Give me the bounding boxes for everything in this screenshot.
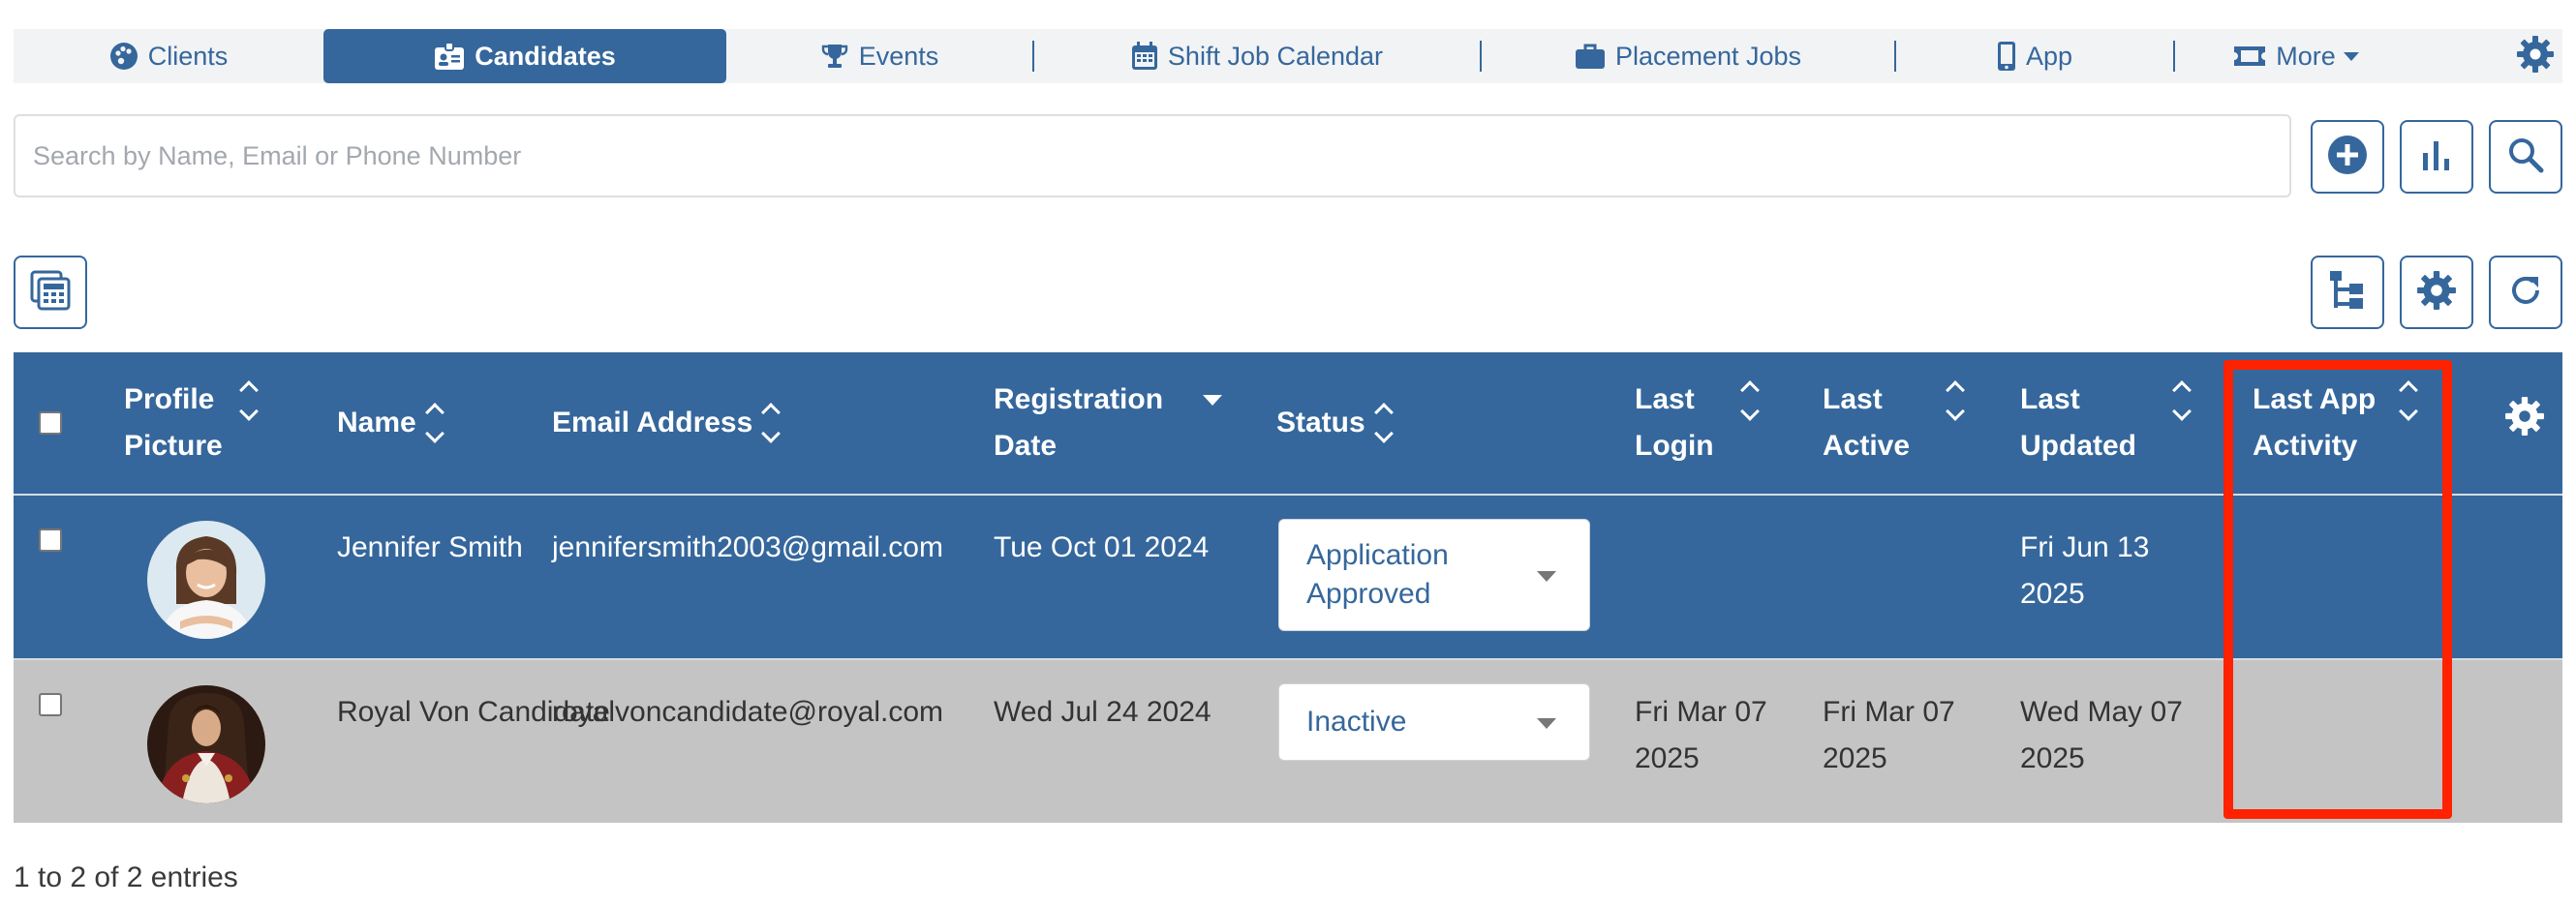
nav-label: More <box>2276 41 2336 71</box>
sort-icon <box>2172 380 2192 421</box>
caret-down-icon <box>1537 718 1556 729</box>
sort-icon <box>239 380 259 421</box>
table-header: Profile Picture Name Email Address Regis… <box>14 352 2562 494</box>
cell-last-updated: Wed May 07 2025 <box>2020 696 2183 774</box>
cell-last-login: Fri Mar 07 2025 <box>1635 696 1767 774</box>
gear-icon <box>2504 396 2545 451</box>
column-label: Email Address <box>552 407 753 438</box>
row-select-cell <box>39 693 62 716</box>
select-all-checkbox[interactable] <box>39 411 62 435</box>
add-circle-icon <box>2326 134 2369 181</box>
entries-count: 1 to 2 of 2 entries <box>14 861 238 893</box>
calculator-button[interactable] <box>14 256 87 329</box>
row-select-cell <box>39 528 62 552</box>
nav-tab-clients[interactable]: Clients <box>14 29 323 83</box>
refresh-icon <box>2506 271 2545 315</box>
nav-tab-shift-job-calendar[interactable]: Shift Job Calendar <box>1034 29 1480 83</box>
status-select[interactable]: Application Approved <box>1278 519 1590 631</box>
status-value: Application Approved <box>1306 539 1449 610</box>
palette-icon <box>109 42 138 71</box>
column-header-name[interactable]: Name <box>337 352 445 494</box>
column-label: Last Active <box>1823 383 1911 462</box>
nav-label: App <box>2025 41 2073 71</box>
column-header-email[interactable]: Email Address <box>552 352 782 494</box>
candidates-table: Profile Picture Name Email Address Regis… <box>14 352 2562 823</box>
cell-last-updated: Fri Jun 13 2025 <box>2020 531 2150 610</box>
sort-icon <box>761 403 782 443</box>
calendar-icon <box>1131 42 1158 71</box>
column-label: Name <box>337 407 416 438</box>
nav-label: Clients <box>147 41 229 71</box>
cell-last-active: Fri Mar 07 2025 <box>1823 696 1955 774</box>
bar-chart-icon <box>2419 137 2454 177</box>
add-candidate-button[interactable] <box>2311 120 2384 194</box>
settings-gear-button[interactable] <box>2508 29 2562 83</box>
chevron-down-icon <box>2343 51 2359 61</box>
nav-label: Shift Job Calendar <box>1167 41 1384 71</box>
column-label: Profile Picture <box>124 383 223 462</box>
search-button[interactable] <box>2489 120 2562 194</box>
sort-icon <box>2399 380 2418 421</box>
column-header-last-login[interactable]: Last Login <box>1635 352 1780 494</box>
column-hierarchy-button[interactable] <box>2311 256 2384 329</box>
row-checkbox[interactable] <box>39 528 62 552</box>
cell-email: jennifersmith2003@gmail.com <box>552 531 943 563</box>
mobile-icon <box>1997 41 2016 72</box>
table-row[interactable]: Jennifer Smith jennifersmith2003@gmail.c… <box>14 494 2562 658</box>
nav-tab-events[interactable]: Events <box>726 29 1032 83</box>
nav-tab-app[interactable]: App <box>1896 29 2173 83</box>
column-label: Last App Activity <box>2253 383 2377 462</box>
cell-name: Jennifer Smith <box>337 531 523 563</box>
nav-tab-candidates[interactable]: Candidates <box>323 29 726 83</box>
nav-menu-more[interactable]: More <box>2175 29 2417 83</box>
hierarchy-icon <box>2328 269 2367 317</box>
sort-desc-icon <box>1203 395 1222 406</box>
trophy-icon <box>820 42 849 71</box>
column-header-last-active[interactable]: Last Active <box>1823 352 1987 494</box>
nav-label: Placement Jobs <box>1614 41 1802 71</box>
status-select[interactable]: Inactive <box>1278 683 1590 761</box>
ticket-icon <box>2233 44 2266 69</box>
search-icon <box>2507 136 2544 178</box>
column-label: Status <box>1276 407 1365 438</box>
sort-icon <box>1373 403 1394 443</box>
nav-tab-placement-jobs[interactable]: Placement Jobs <box>1482 29 1894 83</box>
id-badge-icon <box>434 42 465 71</box>
column-header-registration-date[interactable]: Registration Date <box>994 352 1245 494</box>
column-label: Last Login <box>1635 383 1714 462</box>
column-header-last-updated[interactable]: Last Updated <box>2020 352 2214 494</box>
cell-registration-date: Wed Jul 24 2024 <box>994 696 1211 728</box>
table-settings-button[interactable] <box>2400 256 2473 329</box>
caret-down-icon <box>1537 571 1556 582</box>
gear-icon <box>2416 270 2457 316</box>
calculator-icon <box>29 269 72 317</box>
sort-icon <box>1740 380 1760 421</box>
column-header-status[interactable]: Status <box>1276 352 1394 494</box>
table-row[interactable]: Royal Von Candidate royalvoncandidate@ro… <box>14 658 2562 823</box>
refresh-button[interactable] <box>2489 256 2562 329</box>
cell-registration-date: Tue Oct 01 2024 <box>994 531 1210 563</box>
nav-label: Candidates <box>475 41 616 71</box>
column-label: Last Updated <box>2020 383 2136 462</box>
row-checkbox[interactable] <box>39 693 62 716</box>
cell-email: royalvoncandidate@royal.com <box>552 696 943 728</box>
stats-button[interactable] <box>2400 120 2473 194</box>
column-header-profile-picture[interactable]: Profile Picture <box>124 352 269 494</box>
sort-icon <box>1946 380 1965 421</box>
avatar[interactable] <box>147 685 265 803</box>
status-value: Inactive <box>1306 706 1407 738</box>
avatar[interactable] <box>147 521 265 639</box>
select-all-cell <box>39 352 62 494</box>
column-settings-button[interactable] <box>2504 352 2545 494</box>
column-header-last-app-activity[interactable]: Last App Activity <box>2253 352 2446 494</box>
nav-label: Events <box>858 41 939 71</box>
sort-icon <box>424 403 445 443</box>
top-nav: Clients Candidates Events Shift Job Cale… <box>14 29 2562 83</box>
briefcase-icon <box>1575 43 1606 70</box>
gear-icon <box>2516 35 2555 78</box>
column-label: Registration Date <box>994 383 1164 462</box>
search-input[interactable] <box>14 114 2291 197</box>
